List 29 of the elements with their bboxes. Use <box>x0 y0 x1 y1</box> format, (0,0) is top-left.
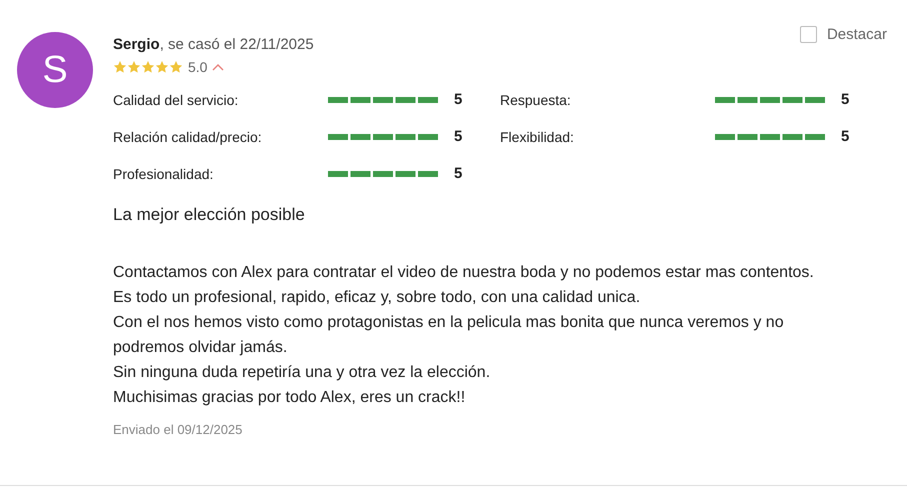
rating-score: 5.0 <box>188 59 208 75</box>
rating-label: Respuesta: <box>500 92 572 108</box>
feature-label: Destacar <box>826 26 887 43</box>
rating-value: 5 <box>841 91 850 108</box>
star-icon <box>141 60 155 74</box>
rating-label: Profesionalidad: <box>113 166 214 182</box>
author-line: Sergio, se casó el 22/11/2025 <box>113 36 314 53</box>
rating-value: 5 <box>454 128 462 145</box>
review-paragraph: Muchisimas gracias por todo Alex, eres un crack!! <box>113 388 466 408</box>
review-paragraph: Contactamos con Alex para contratar el video de nuestra boda y no podemos estar mas contentos. <box>113 263 815 283</box>
rating-value: 5 <box>841 128 850 145</box>
star-icon <box>169 60 183 74</box>
rating-value: 5 <box>454 91 462 108</box>
rating-value: 5 <box>454 165 462 182</box>
review-paragraph: Es todo un profesional, rapido, eficaz y, sobre todo, con una calidad unica. <box>113 288 642 308</box>
chevron-up-icon[interactable] <box>212 63 224 71</box>
sent-date: Enviado el 09/12/2025 <box>113 422 244 437</box>
review-paragraph: Con el nos hemos visto como protagonistas en la pelicula mas bonita que nunca veremos y no podremos olvidar jamás. <box>113 313 785 358</box>
star-icon <box>127 60 141 74</box>
rating-label: Calidad del servicio: <box>113 92 240 108</box>
avatar: S <box>17 32 93 108</box>
review-title: La mejor elección posible <box>113 205 306 225</box>
star-icon <box>155 60 169 74</box>
feature-checkbox[interactable]: Destacar <box>800 26 887 43</box>
checkbox-icon[interactable] <box>800 26 817 43</box>
review-paragraph: Sin ninguna duda repetiría una y otra vez la elección. <box>113 363 492 383</box>
rating-label: Flexibilidad: <box>500 128 575 144</box>
rating-label: Relación calidad/precio: <box>113 128 263 144</box>
star-icon <box>113 60 127 74</box>
